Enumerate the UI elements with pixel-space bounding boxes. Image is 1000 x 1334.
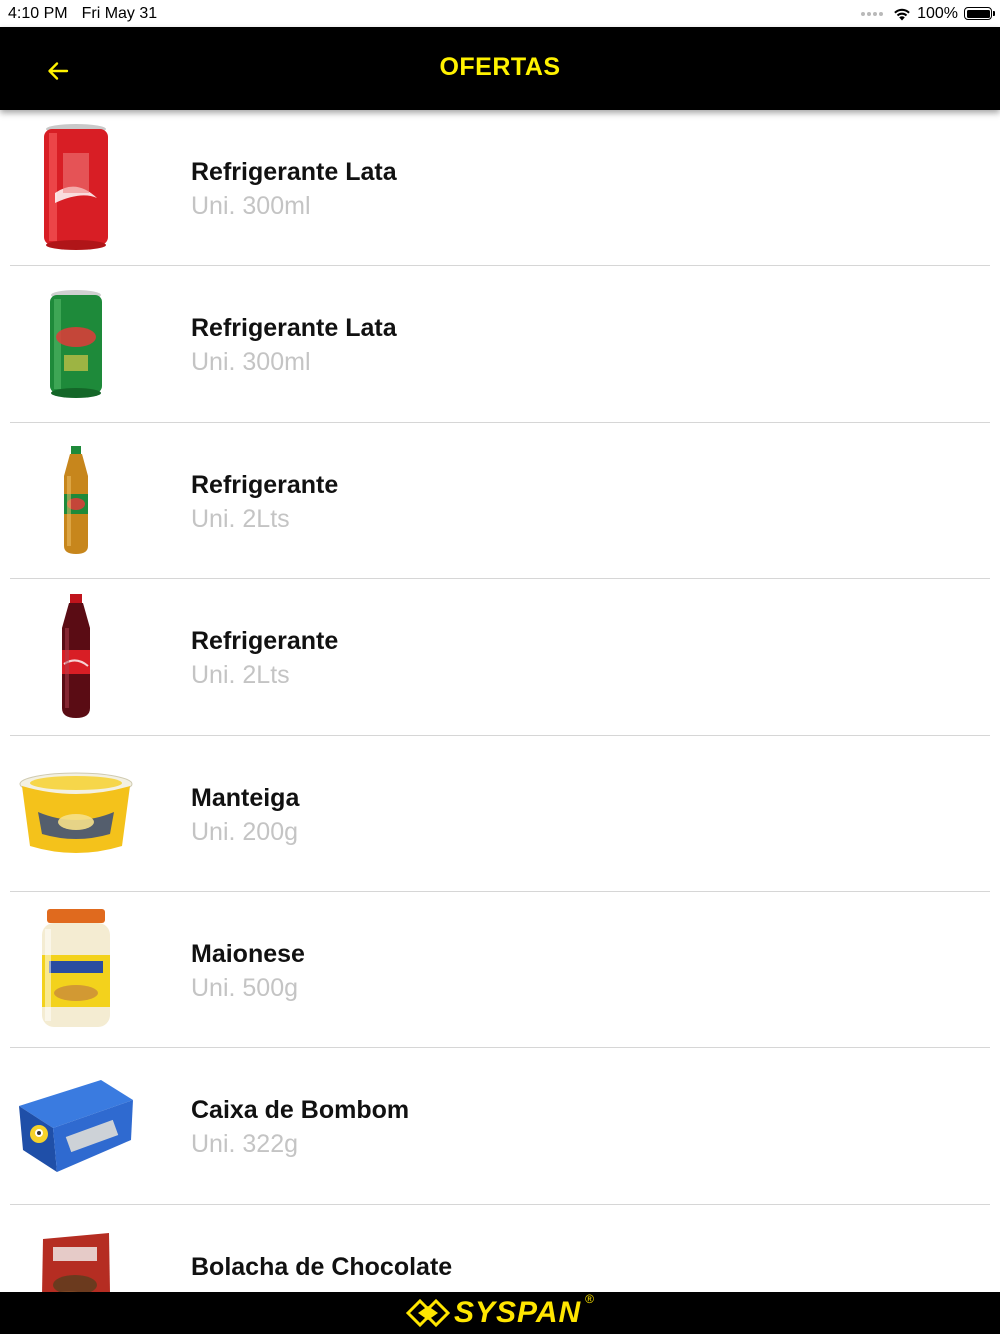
product-image-chocolate-box [14,1056,138,1196]
syspan-logo: SYSPAN ® [406,1292,594,1330]
product-description: Uni. 2Lts [191,661,290,690]
status-bar: 4:10 PM Fri May 31 100% [0,0,1000,27]
product-description: Uni. 2Lts [191,504,290,533]
product-description: Uni. 322g [191,1130,299,1159]
product-name: Refrigerante [191,627,339,656]
product-name: Maionese [191,939,305,968]
product-image-green-soda-bottle [14,431,138,571]
wifi-icon [894,8,910,20]
product-name: Refrigerante [191,470,339,499]
product-description: Uni. 300ml [191,192,311,220]
product-list-item[interactable]: Manteiga Uni. 200g [0,736,1000,892]
app-screen: 4:10 PM Fri May 31 100% OFERTAS Refriger… [0,0,1000,1334]
product-description: Uni. 500g [191,973,299,1002]
product-image-red-soda-bottle [14,587,138,727]
battery-icon [964,7,995,20]
nav-bar: OFERTAS [0,27,1000,110]
product-name: Manteiga [191,783,300,812]
status-right: 100% [861,4,995,23]
product-name: Bolacha de Chocolate [191,1252,453,1281]
product-description: Uni. 200g [191,817,299,846]
product-image-cookie-pack [14,1213,138,1292]
product-list-item[interactable]: Refrigerante Lata Uni. 300ml [0,266,1000,423]
product-list-item[interactable]: Bolacha de Chocolate [0,1205,1000,1292]
product-name: Refrigerante Lata [191,158,397,186]
cellular-signal-icon [861,11,884,16]
page-title: OFERTAS [439,53,561,81]
product-description: Uni. 300ml [191,348,311,377]
product-list-item[interactable]: Maionese Uni. 500g [0,892,1000,1049]
product-list-item[interactable]: Refrigerante Lata Uni. 300ml [0,110,1000,267]
syspan-logo-mark-icon [406,1298,450,1328]
product-list-item[interactable]: Refrigerante Uni. 2Lts [0,423,1000,580]
status-left: 4:10 PM Fri May 31 [8,5,157,23]
status-date: Fri May 31 [81,4,158,22]
product-image-red-soda-can [14,118,138,258]
product-image-green-soda-can [14,274,138,414]
bottom-bar: SYSPAN ® [0,1292,1000,1334]
battery-percent: 100% [917,4,958,22]
product-image-mayonnaise-jar [14,900,138,1040]
offers-list[interactable]: Refrigerante Lata Uni. 300ml Refrigerant… [0,110,1000,1292]
product-name: Refrigerante Lata [191,314,397,343]
status-time: 4:10 PM [8,4,68,22]
registered-mark: ® [585,1292,594,1306]
logo-text: SYSPAN [454,1296,582,1329]
product-image-butter-tub [14,744,138,884]
product-list-item[interactable]: Refrigerante Uni. 2Lts [0,579,1000,736]
product-list-item[interactable]: Caixa de Bombom Uni. 322g [0,1048,1000,1205]
product-name: Caixa de Bombom [191,1096,410,1125]
